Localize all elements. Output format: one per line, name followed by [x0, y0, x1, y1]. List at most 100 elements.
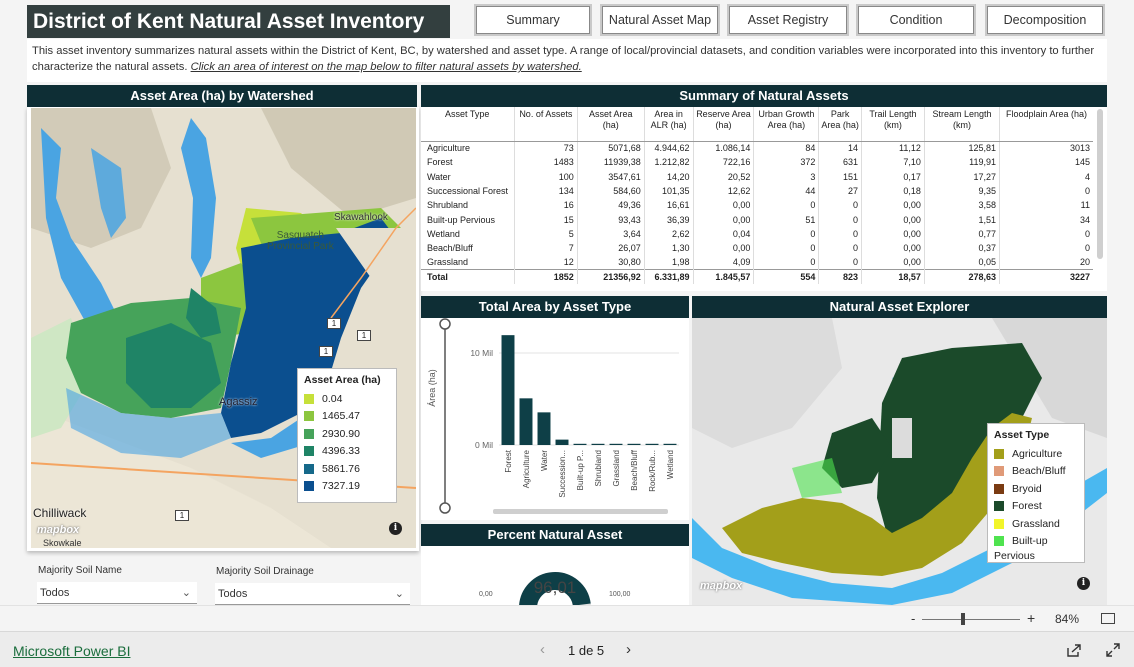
total-area-chart: Área (ha) 10 Mil 0 Mil Forest Agriculture W…	[427, 318, 679, 514]
column-header[interactable]: Floodplain Area (ha)	[999, 107, 1093, 142]
power-bi-link[interactable]: Microsoft Power BI	[13, 643, 130, 659]
column-header[interactable]: No. of Assets	[513, 107, 578, 142]
next-page-icon[interactable]: ›	[626, 641, 631, 658]
tab-natural-asset-map[interactable]: Natural Asset Map	[600, 4, 720, 36]
bar	[609, 443, 623, 445]
table-cell: 16,61	[643, 198, 693, 213]
table-cell: 151	[818, 169, 862, 184]
table-cell: 0	[818, 226, 862, 242]
fullscreen-icon[interactable]	[1105, 643, 1121, 657]
place-agassiz: Agassiz	[219, 396, 258, 408]
table-cell: 278,63	[923, 269, 1000, 284]
zoom-out-button[interactable]: -	[911, 611, 915, 626]
table-row[interactable]: Beach/Bluff 7 26,07 1,30 0,00 0 0 0,00 0,37 0	[421, 241, 1093, 256]
table-cell: 1.212,82	[643, 155, 693, 170]
gauge-min: 0,00	[479, 591, 493, 598]
legend-item: Pervious	[994, 550, 1078, 562]
column-header[interactable]: Area in ALR (ha)	[643, 107, 693, 142]
column-header[interactable]: Asset Area (ha)	[576, 107, 645, 142]
table-row[interactable]: Shrubland 16 49,36 16,61 0,00 0 0 0,00 3,58 11	[421, 198, 1093, 213]
table-cell: 554	[753, 269, 819, 284]
table-cell: 16	[513, 198, 578, 213]
highway-shield: 1	[175, 510, 189, 521]
table-cell: 20	[999, 255, 1093, 270]
table-cell: 4,09	[692, 255, 754, 270]
legend-swatch	[994, 536, 1004, 547]
tab-asset-registry[interactable]: Asset Registry	[727, 4, 849, 36]
column-header[interactable]: Stream Length (km)	[923, 107, 1000, 142]
table-cell: 0	[999, 241, 1093, 256]
legend-swatch	[304, 411, 314, 422]
table-row[interactable]: Agriculture 73 5071,68 4.944,62 1.086,14 84 14…	[421, 141, 1093, 156]
explorer-map[interactable]: Asset Type Agriculture Beach/Bluff Bryoi…	[692, 318, 1107, 605]
table-cell: 26,07	[576, 241, 645, 256]
percent-natural-title: Percent Natural Asset	[421, 524, 689, 546]
table-scrollbar[interactable]	[1097, 109, 1103, 259]
table-cell: 119,91	[923, 155, 1000, 170]
table-cell: 1483	[513, 155, 578, 170]
table-cell: 100	[513, 169, 578, 184]
table-cell: 0,18	[860, 183, 925, 199]
column-header[interactable]: Park Area (ha)	[818, 107, 862, 142]
highway-shield: 1	[327, 318, 341, 329]
table-row[interactable]: Built-up Pervious 15 93,43 36,39 0,00 51 0 0,00…	[421, 212, 1093, 227]
x-tick-label: Agriculture	[522, 449, 531, 488]
watershed-map[interactable]: Asset Area (ha) 0.04 1465.47 2930.90 439…	[31, 108, 416, 548]
soil-drainage-select[interactable]: Todos ⌄	[215, 583, 410, 605]
table-cell: 1,98	[643, 255, 693, 270]
highway-shield: 1	[357, 330, 371, 341]
table-cell: 3227	[999, 269, 1093, 284]
table-cell: 0,05	[923, 255, 1000, 270]
column-header[interactable]: Reserve Area (ha)	[692, 107, 754, 142]
table-cell: Total	[421, 269, 515, 284]
zoom-slider-thumb[interactable]	[961, 613, 965, 625]
table-cell: 0,37	[923, 241, 1000, 256]
column-header[interactable]: Urban Growth Area (ha)	[753, 107, 819, 142]
share-icon[interactable]	[1066, 643, 1082, 657]
soil-name-select[interactable]: Todos ⌄	[37, 582, 197, 604]
highway-shield: 1	[319, 346, 333, 357]
table-row[interactable]: Forest 1483 11939,38 1.212,82 722,16 372 631 7,…	[421, 155, 1093, 170]
table-row[interactable]: Water 100 3547,61 14,20 20,52 3 151 0,17 17,27 4	[421, 169, 1093, 184]
info-icon[interactable]: i	[389, 522, 402, 535]
column-header[interactable]: Trail Length (km)	[860, 107, 925, 142]
tab-condition[interactable]: Condition	[856, 4, 976, 36]
zoom-slider-track[interactable]	[922, 619, 1020, 620]
table-cell: 101,35	[643, 183, 693, 199]
table-cell: Wetland	[427, 228, 460, 239]
table-cell: 722,16	[692, 155, 754, 170]
bar	[519, 398, 533, 445]
table-cell: 1,51	[923, 212, 1000, 227]
legend-item: Built-up	[994, 533, 1078, 551]
table-cell: Beach/Bluff	[427, 243, 473, 254]
table-cell: 11939,38	[576, 155, 645, 170]
legend-swatch	[304, 463, 314, 474]
column-header[interactable]: Asset Type	[421, 107, 515, 142]
table-cell: 823	[818, 269, 862, 284]
table-row[interactable]: Grassland 12 30,80 1,98 4,09 0 0 0,00 0,05 20	[421, 255, 1093, 270]
info-icon[interactable]: i	[1077, 577, 1090, 590]
table-cell: 0,00	[860, 241, 925, 256]
table-cell: 12,62	[692, 183, 754, 199]
table-row[interactable]: Successional Forest 134 584,60 101,35 12,62 4…	[421, 183, 1093, 199]
place-sasquatch: Sasquatch Provincial Park	[267, 230, 334, 252]
legend-swatch	[304, 428, 314, 439]
table-total-row: Total 1852 21356,92 6.331,89 1.845,57 554 823 1…	[421, 269, 1093, 284]
prev-page-icon[interactable]: ‹	[540, 641, 545, 658]
table-cell: 44	[753, 183, 819, 199]
tab-decomposition[interactable]: Decomposition	[985, 4, 1105, 36]
table-cell: 5	[513, 226, 578, 242]
table-cell: 0,17	[860, 169, 925, 184]
range-slider-handle-bottom	[439, 502, 451, 514]
zoom-in-button[interactable]: +	[1027, 610, 1035, 626]
tab-summary[interactable]: Summary	[474, 4, 592, 36]
table-cell: 0	[818, 212, 862, 227]
intro-link[interactable]: Click an area of interest on the map bel…	[191, 61, 582, 73]
table-cell: 0,00	[692, 212, 754, 227]
table-row[interactable]: Wetland 5 3,64 2,62 0,04 0 0 0,00 0,77 0	[421, 226, 1093, 242]
fit-to-page-icon[interactable]	[1101, 613, 1115, 624]
table-cell: 125,81	[923, 141, 1000, 156]
soil-drainage-value: Todos	[218, 588, 248, 600]
page-indicator: 1 de 5	[568, 643, 605, 658]
mapbox-logo: mapbox	[37, 524, 80, 536]
